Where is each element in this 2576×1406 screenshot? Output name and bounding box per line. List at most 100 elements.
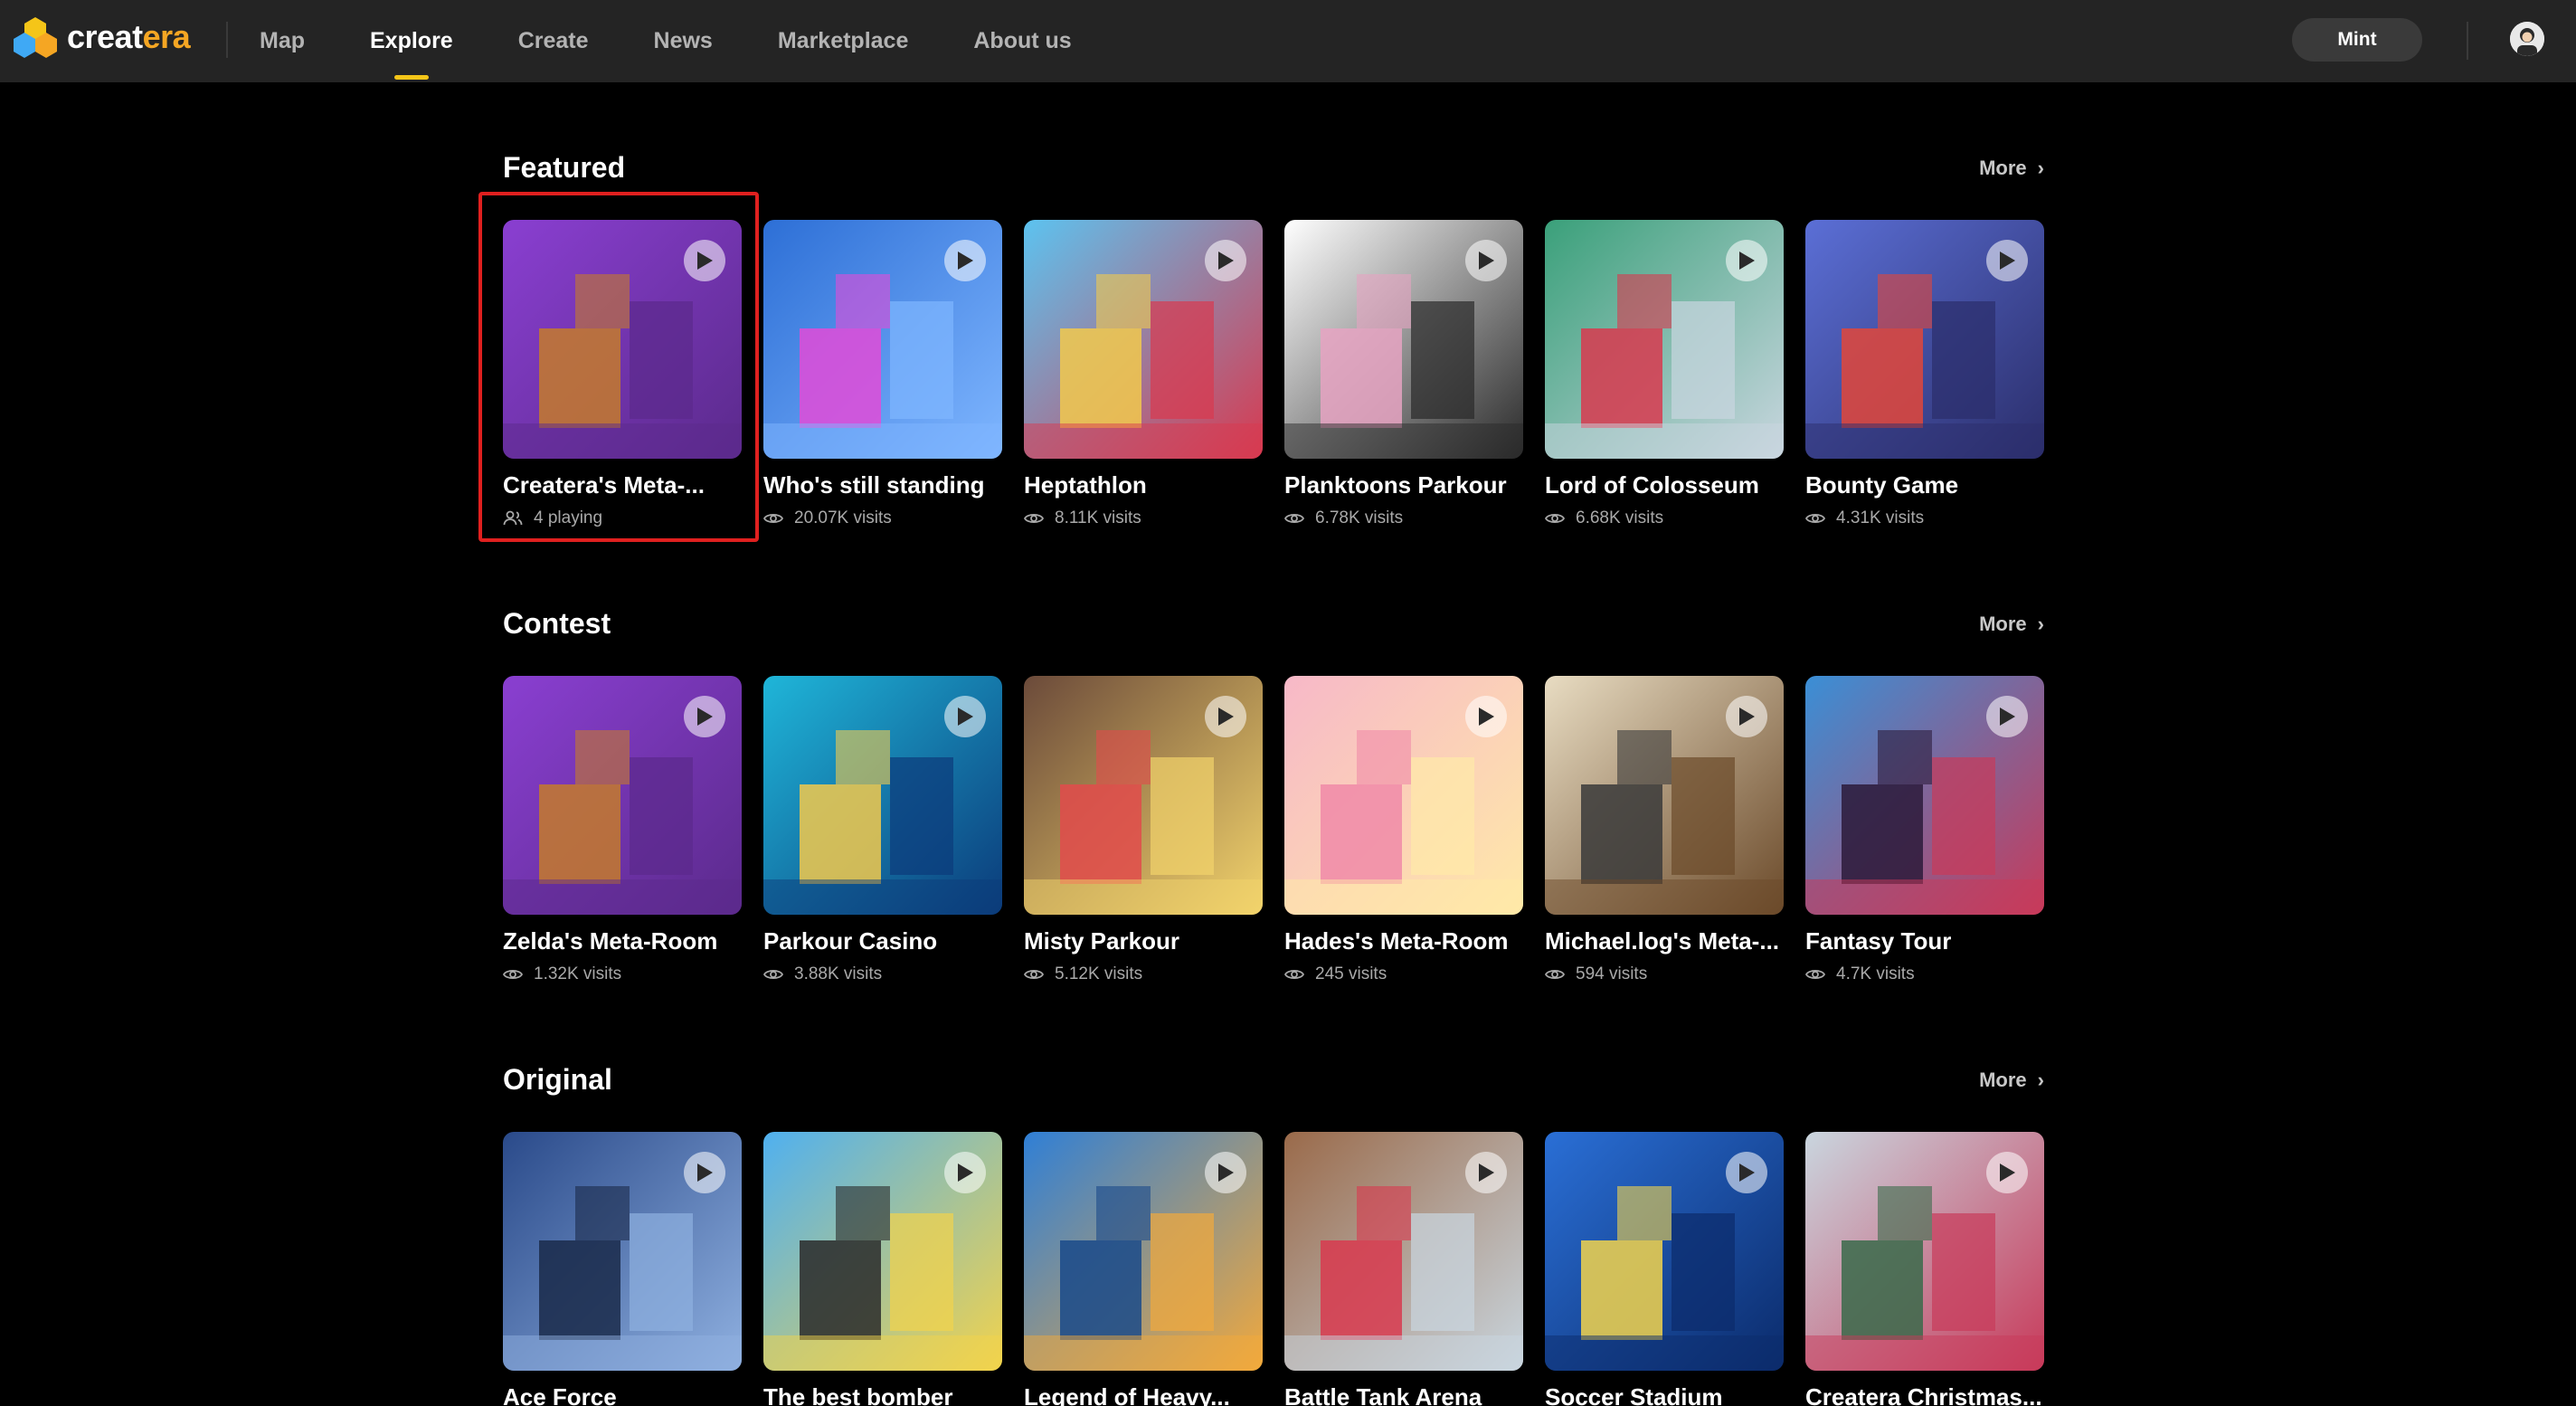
game-thumbnail[interactable] [503,220,742,459]
original-section: Original More › Ace Force The best bomber L… [503,1063,2044,1406]
play-button[interactable] [1726,1152,1767,1193]
avatar-icon [2510,22,2544,56]
mint-button[interactable]: Mint [2292,18,2422,62]
game-card[interactable]: Fantasy Tour 4.7K visits [1805,676,2044,984]
play-button[interactable] [1986,1152,2028,1193]
game-card[interactable]: Createra Christmas... [1805,1132,2044,1406]
game-title[interactable]: Createra's Meta-... [503,471,742,499]
play-button[interactable] [1465,240,1507,281]
game-title[interactable]: Legend of Heavy... [1024,1383,1263,1406]
nav-item-map[interactable]: Map [260,28,305,54]
game-thumbnail[interactable] [1284,1132,1523,1371]
game-title[interactable]: Michael.log's Meta-... [1545,927,1784,955]
game-card[interactable]: Battle Tank Arena [1284,1132,1523,1406]
game-title[interactable]: Zelda's Meta-Room [503,927,742,955]
game-title[interactable]: Parkour Casino [763,927,1002,955]
more-link-contest[interactable]: More › [1979,613,2044,636]
game-title[interactable]: Ace Force [503,1383,742,1406]
top-navigation-bar: createra Map Explore Create News Marketp… [0,0,2576,82]
nav-item-create[interactable]: Create [518,28,589,54]
game-card[interactable]: Misty Parkour 5.12K visits [1024,676,1263,984]
play-button[interactable] [1726,696,1767,737]
game-card[interactable]: Soccer Stadium [1545,1132,1784,1406]
eye-icon [763,513,783,524]
game-thumbnail[interactable] [1545,676,1784,915]
game-title[interactable]: Bounty Game [1805,471,2044,499]
game-thumbnail[interactable] [1284,220,1523,459]
game-title[interactable]: Fantasy Tour [1805,927,2044,955]
game-thumbnail[interactable] [1284,676,1523,915]
game-thumbnail[interactable] [1805,676,2044,915]
play-button[interactable] [1205,696,1246,737]
game-card[interactable]: Bounty Game 4.31K visits [1805,220,2044,528]
game-card[interactable]: Ace Force [503,1132,742,1406]
game-card[interactable]: Lord of Colosseum 6.68K visits [1545,220,1784,528]
game-thumbnail[interactable] [1024,676,1263,915]
game-thumbnail[interactable] [763,1132,1002,1371]
featured-section: Featured More › Createra's Meta-... 4 play… [503,151,2044,540]
nav-item-marketplace[interactable]: Marketplace [778,28,909,54]
play-button[interactable] [944,240,986,281]
game-stats: 20.07K visits [763,508,1002,528]
nav-item-explore[interactable]: Explore [370,28,453,54]
user-avatar[interactable] [2510,22,2544,56]
play-button[interactable] [1205,240,1246,281]
game-card[interactable]: Planktoons Parkour 6.78K visits [1284,220,1523,528]
nav-item-news[interactable]: News [654,28,713,54]
chevron-right-icon: › [2037,1069,2044,1091]
game-title[interactable]: Soccer Stadium [1545,1383,1784,1406]
eye-icon [503,969,523,980]
nav-item-about-us[interactable]: About us [973,28,1071,54]
game-title[interactable]: Battle Tank Arena [1284,1383,1523,1406]
game-thumbnail[interactable] [1545,1132,1784,1371]
play-button[interactable] [684,240,725,281]
game-title[interactable]: Misty Parkour [1024,927,1263,955]
game-title[interactable]: Planktoons Parkour [1284,471,1523,499]
game-stats: 5.12K visits [1024,964,1263,984]
game-title[interactable]: The best bomber [763,1383,1002,1406]
game-title[interactable]: Lord of Colosseum [1545,471,1784,499]
game-thumbnail[interactable] [1545,220,1784,459]
game-card[interactable]: Zelda's Meta-Room 1.32K visits [503,676,742,984]
play-button[interactable] [1986,696,2028,737]
game-title[interactable]: Who's still standing [763,471,1002,499]
play-button[interactable] [684,696,725,737]
game-card[interactable]: Hades's Meta-Room 245 visits [1284,676,1523,984]
eye-icon [1284,513,1304,524]
play-button[interactable] [1986,240,2028,281]
game-card[interactable]: Createra's Meta-... 4 playing [503,220,742,528]
game-card[interactable]: Who's still standing 20.07K visits [763,220,1002,528]
game-thumbnail[interactable] [503,676,742,915]
game-stats: 3.88K visits [763,964,1002,984]
play-icon [958,1164,973,1182]
createra-logo[interactable]: createra [13,14,191,60]
game-title[interactable]: Heptathlon [1024,471,1263,499]
game-thumbnail[interactable] [1805,1132,2044,1371]
game-thumbnail[interactable] [503,1132,742,1371]
game-thumbnail[interactable] [1024,220,1263,459]
game-thumbnail[interactable] [1024,1132,1263,1371]
play-button[interactable] [1726,240,1767,281]
game-thumbnail[interactable] [763,220,1002,459]
game-stats: 594 visits [1545,964,1784,984]
play-button[interactable] [1465,696,1507,737]
more-link-original[interactable]: More › [1979,1069,2044,1092]
play-icon [697,708,713,726]
more-link-featured[interactable]: More › [1979,157,2044,180]
play-icon [958,252,973,270]
game-thumbnail[interactable] [763,676,1002,915]
play-button[interactable] [1205,1152,1246,1193]
game-thumbnail[interactable] [1805,220,2044,459]
game-title[interactable]: Hades's Meta-Room [1284,927,1523,955]
game-title[interactable]: Createra Christmas... [1805,1383,2044,1406]
play-button[interactable] [944,1152,986,1193]
game-card[interactable]: Legend of Heavy... [1024,1132,1263,1406]
game-card[interactable]: The best bomber [763,1132,1002,1406]
game-stats: 245 visits [1284,964,1523,984]
game-card[interactable]: Parkour Casino 3.88K visits [763,676,1002,984]
play-button[interactable] [944,696,986,737]
play-button[interactable] [684,1152,725,1193]
game-card[interactable]: Heptathlon 8.11K visits [1024,220,1263,528]
play-button[interactable] [1465,1152,1507,1193]
game-card[interactable]: Michael.log's Meta-... 594 visits [1545,676,1784,984]
